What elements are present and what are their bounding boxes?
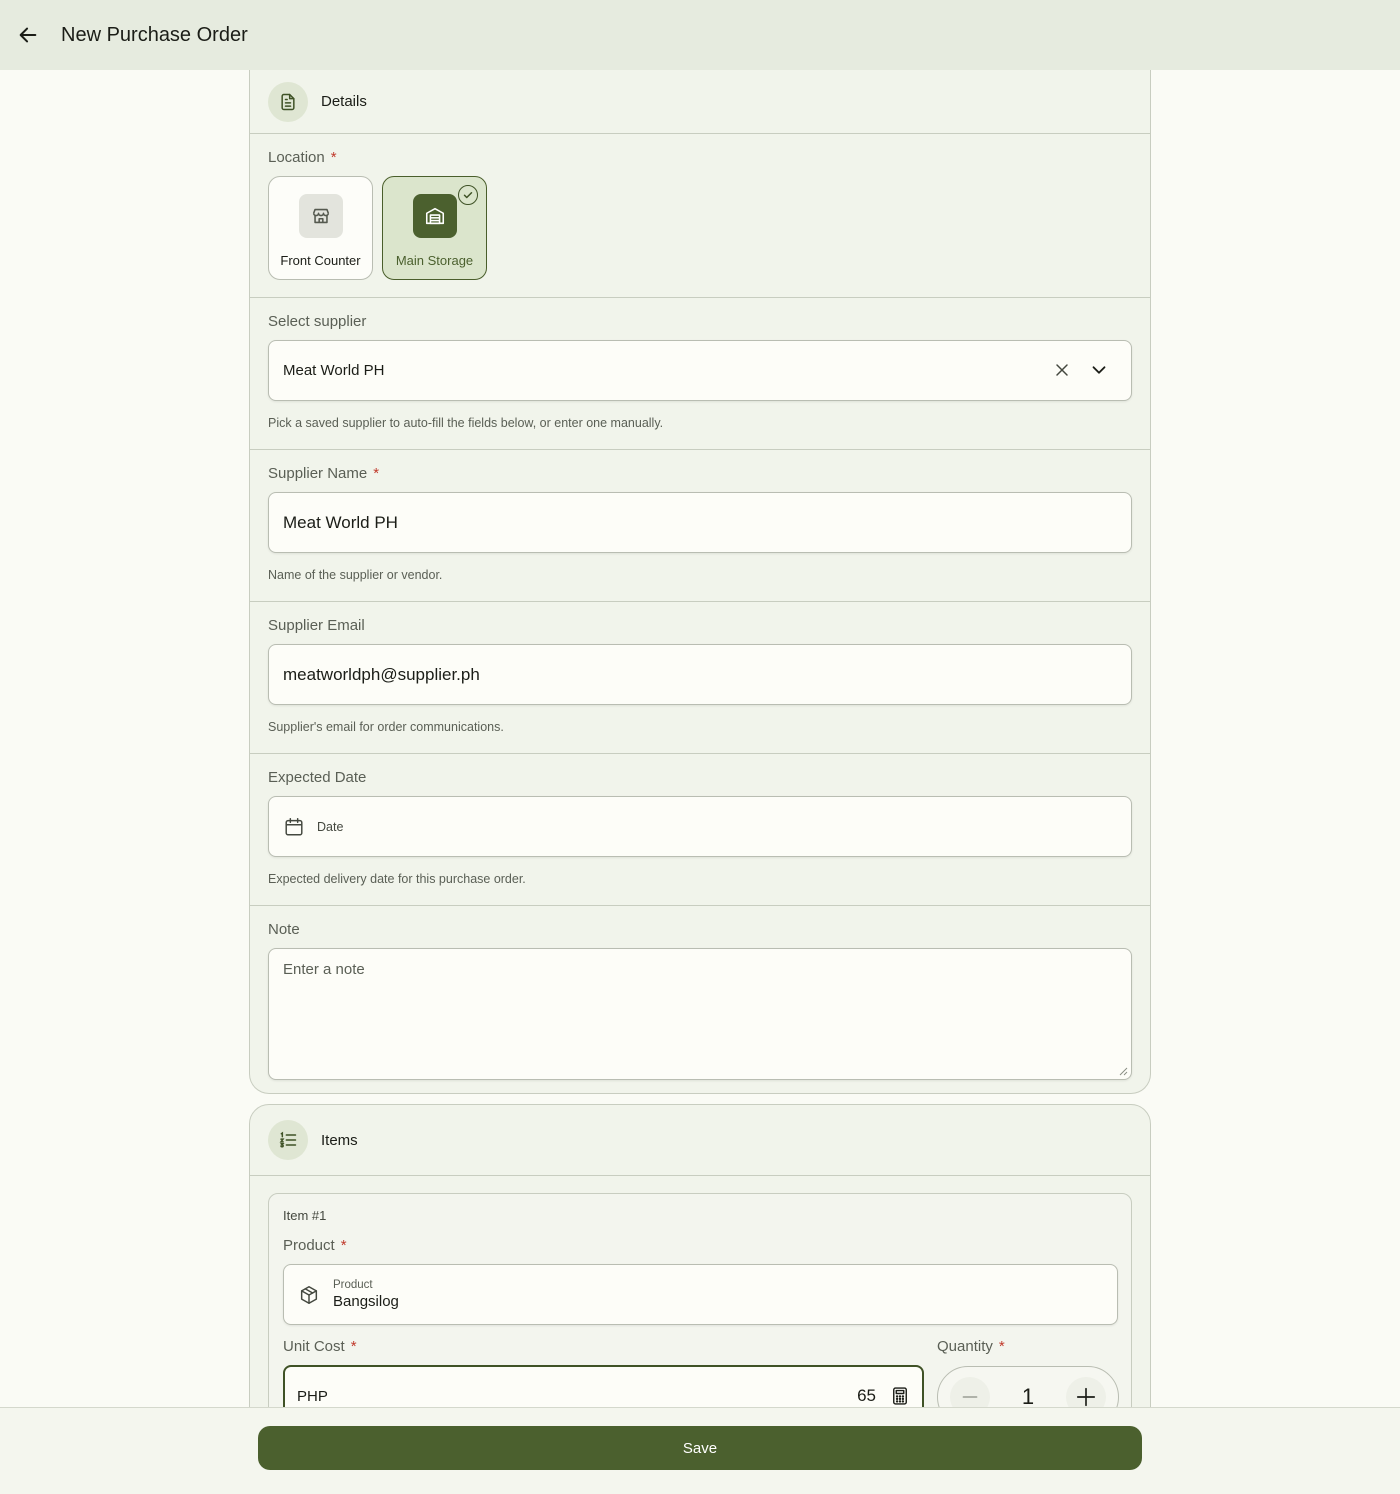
product-label: Product * [283, 1237, 347, 1254]
items-title: Items [321, 1131, 358, 1149]
supplier-name-input[interactable]: Meat World PH [268, 492, 1132, 553]
back-button[interactable] [0, 0, 56, 70]
expected-date-helper: Expected delivery date for this purchase… [268, 872, 526, 886]
unit-cost-value: 65 [857, 1386, 876, 1405]
supplier-name-section: Supplier Name * Meat World PH Name of the… [250, 450, 1150, 602]
supplier-email-section: Supplier Email meatworldph@supplier.ph S… [250, 602, 1150, 754]
supplier-email-value: meatworldph@supplier.ph [283, 664, 480, 684]
location-section: Location * Front Counter Main Storage [250, 134, 1150, 298]
warehouse-icon [412, 194, 457, 238]
form-scroll-area[interactable]: Details Location * Front Counter Main St… [0, 70, 1400, 1407]
chevron-down-icon[interactable] [1088, 359, 1110, 386]
location-label: Location * [268, 149, 337, 166]
package-icon [298, 1284, 320, 1306]
quantity-stepper: 1 [937, 1366, 1119, 1407]
save-button[interactable]: Save [258, 1426, 1142, 1470]
resize-handle-icon[interactable] [1118, 1066, 1128, 1076]
supplier-name-value: Meat World PH [283, 512, 398, 532]
item-number: Item #1 [283, 1208, 327, 1223]
location-option-front-counter[interactable]: Front Counter [268, 176, 373, 280]
items-card: Items Item #1 Product * Product Bangsilog… [249, 1104, 1151, 1407]
product-picker[interactable]: Product Bangsilog [283, 1264, 1118, 1325]
note-section: Note Enter a note [250, 906, 1150, 1093]
page-title: New Purchase Order [61, 23, 248, 46]
note-label: Note [268, 921, 300, 938]
note-placeholder: Enter a note [283, 961, 365, 978]
checkmark-circle-icon [458, 185, 478, 205]
expected-date-section: Expected Date Date Expected delivery dat… [250, 754, 1150, 906]
location-option-label: Main Storage [395, 253, 474, 268]
quantity-value: 1 [1021, 1384, 1035, 1407]
expected-date-input[interactable]: Date [268, 796, 1132, 857]
select-supplier-label: Select supplier [268, 313, 367, 330]
supplier-email-helper: Supplier's email for order communication… [268, 720, 504, 734]
bottom-action-bar: Save [0, 1407, 1400, 1494]
select-supplier-helper: Pick a saved supplier to auto-fill the f… [268, 416, 664, 430]
calculator-icon[interactable] [890, 1386, 910, 1406]
unit-cost-label: Unit Cost * [283, 1338, 357, 1355]
unit-cost-input[interactable]: PHP 65 [283, 1365, 924, 1407]
location-option-main-storage[interactable]: Main Storage [382, 176, 487, 280]
quantity-label: Quantity * [937, 1338, 1005, 1355]
plus-icon [1076, 1387, 1096, 1407]
items-header: Items [250, 1105, 1150, 1176]
product-value: Bangsilog [333, 1293, 399, 1310]
date-placeholder: Date [317, 819, 344, 834]
details-title: Details [321, 93, 367, 110]
supplier-name-helper: Name of the supplier or vendor. [268, 568, 443, 582]
document-icon [268, 81, 308, 122]
expected-date-label: Expected Date [268, 769, 367, 786]
supplier-select[interactable]: Meat World PH [268, 340, 1132, 401]
calendar-icon [283, 816, 305, 838]
select-supplier-section: Select supplier Meat World PH Pick a sav… [250, 298, 1150, 450]
clear-icon[interactable] [1052, 360, 1072, 385]
numbered-list-icon [268, 1120, 308, 1160]
increment-button[interactable] [1066, 1377, 1106, 1407]
minus-icon [962, 1396, 978, 1398]
item-card: Item #1 Product * Product Bangsilog Unit … [268, 1193, 1132, 1407]
supplier-email-input[interactable]: meatworldph@supplier.ph [268, 644, 1132, 705]
arrow-left-icon [19, 27, 37, 43]
details-header: Details [250, 70, 1150, 134]
product-field-label: Product [333, 1279, 373, 1291]
supplier-select-value: Meat World PH [283, 362, 385, 379]
details-card: Details Location * Front Counter Main St… [249, 70, 1151, 1094]
decrement-button[interactable] [950, 1377, 990, 1407]
supplier-email-label: Supplier Email [268, 617, 365, 634]
currency-code: PHP [297, 1387, 328, 1405]
store-icon [298, 194, 343, 238]
note-textarea[interactable]: Enter a note [268, 948, 1132, 1080]
supplier-name-label: Supplier Name * [268, 465, 380, 482]
location-option-label: Front Counter [280, 253, 361, 268]
app-bar: New Purchase Order [0, 0, 1400, 70]
